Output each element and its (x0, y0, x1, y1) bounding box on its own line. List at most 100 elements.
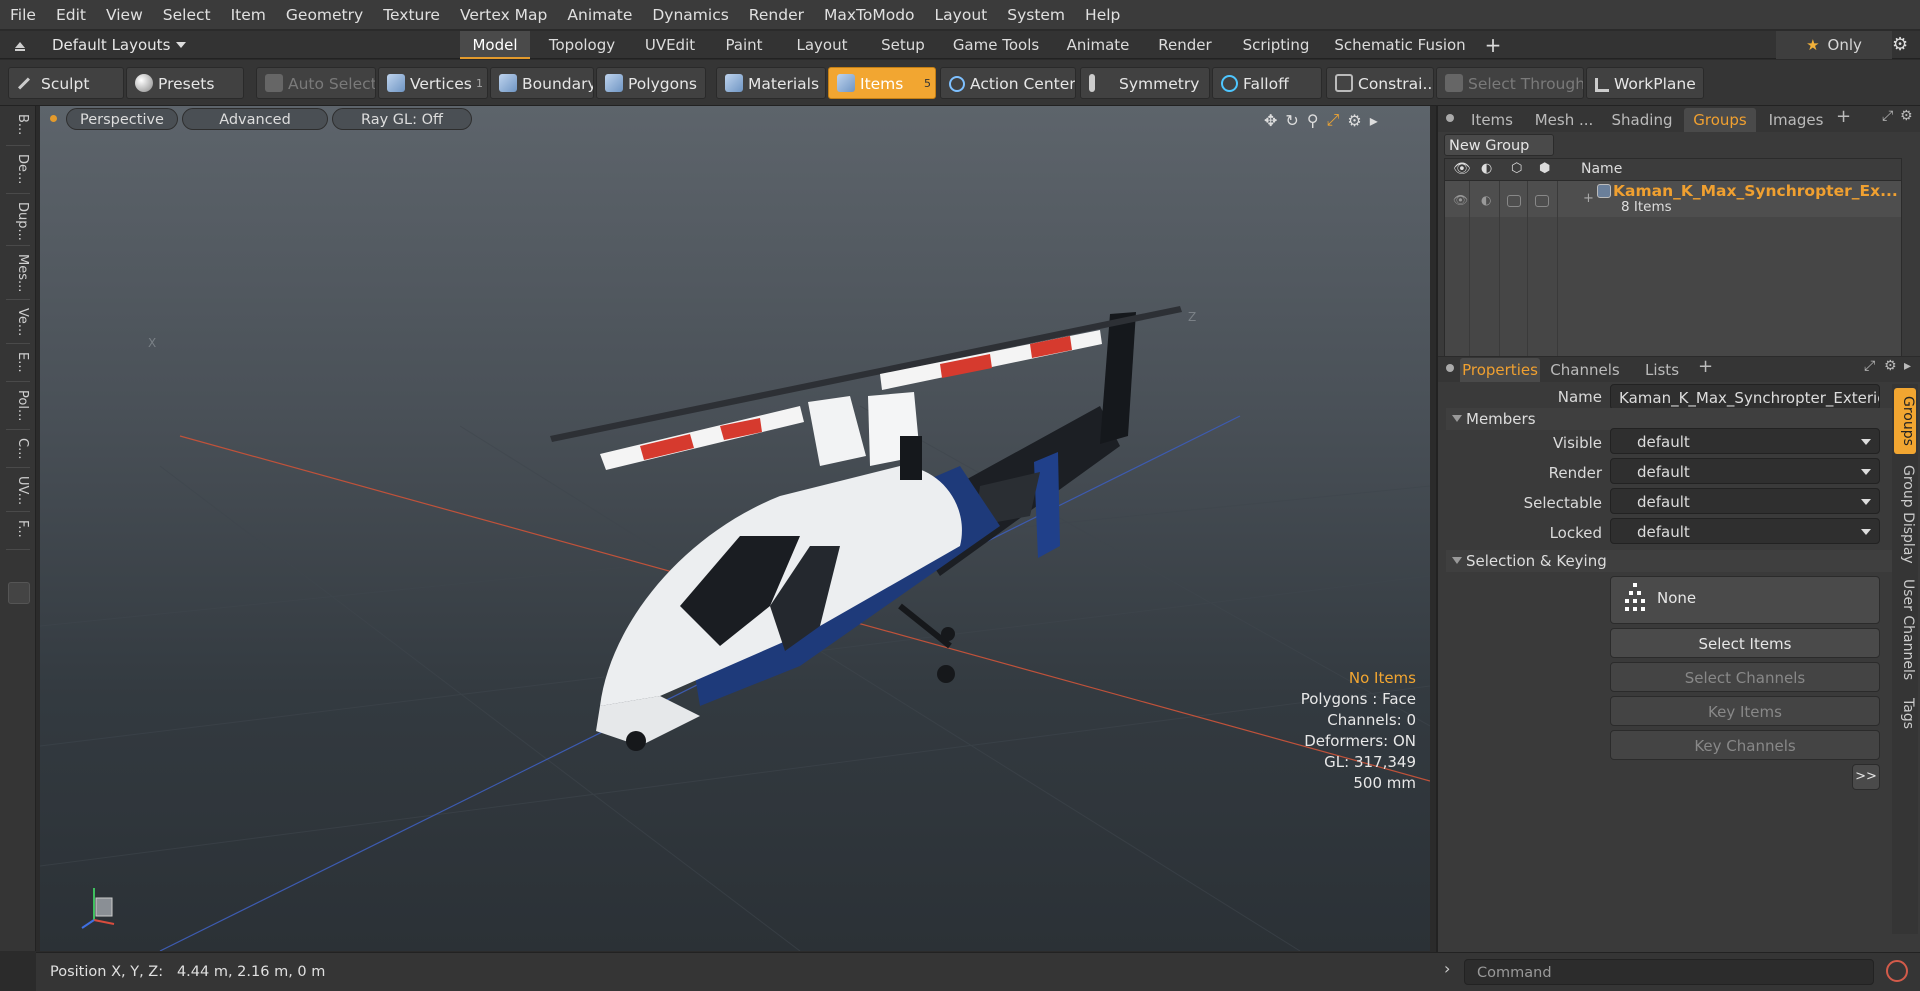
render-dropdown[interactable]: default (1610, 458, 1880, 484)
falloff-button[interactable]: Falloff (1212, 67, 1322, 99)
left-tab-polygon[interactable]: Pol... (6, 386, 30, 430)
record-icon[interactable] (1886, 960, 1908, 982)
none-button[interactable]: None (1610, 576, 1880, 624)
add-properties-tab-icon[interactable]: + (1698, 356, 1713, 377)
collapse-icon[interactable] (12, 37, 28, 53)
row-select-checkbox[interactable] (1535, 195, 1549, 207)
tab-scripting[interactable]: Scripting (1230, 31, 1322, 59)
side-tab-user-channels[interactable]: User Channels (1894, 574, 1916, 686)
row-eye-icon[interactable]: 👁 (1453, 193, 1468, 207)
tab-lists[interactable]: Lists (1630, 358, 1694, 382)
side-tab-groups[interactable]: Groups (1894, 388, 1916, 454)
constraints-button[interactable]: Constrai... (1326, 67, 1434, 99)
left-tab-basic[interactable]: B... (6, 110, 30, 146)
gear-icon[interactable]: ⚙ (1892, 36, 1912, 56)
properties-gear-icon[interactable]: ⚙ (1884, 358, 1897, 374)
left-tab-mesh-edit[interactable]: Mes... (6, 250, 30, 300)
selection-keying-section[interactable]: Selection & Keying (1446, 550, 1910, 572)
left-tab-deform[interactable]: De... (6, 150, 30, 194)
menu-maxtomodo[interactable]: MaxToModo (814, 0, 925, 30)
tab-layout[interactable]: Layout (782, 31, 862, 59)
left-tab-curve[interactable]: C... (6, 434, 30, 468)
layout-preset-dropdown[interactable]: Default Layouts (52, 31, 202, 59)
select-icon[interactable]: ⬢ (1539, 161, 1550, 176)
tab-setup[interactable]: Setup (870, 31, 936, 59)
lock-icon[interactable]: ⬡ (1511, 161, 1522, 176)
tab-channels[interactable]: Channels (1544, 358, 1626, 382)
new-group-button[interactable]: New Group (1444, 134, 1554, 156)
items-button[interactable]: Items 5 (828, 67, 936, 99)
left-tab-vertex[interactable]: Ve... (6, 304, 30, 344)
side-tab-tags[interactable]: Tags (1894, 690, 1916, 736)
eye-icon[interactable]: 👁 (1453, 161, 1471, 177)
tab-items[interactable]: Items (1460, 108, 1524, 132)
action-center-button[interactable]: Action Center (940, 67, 1076, 99)
render-icon[interactable]: ◐ (1481, 161, 1492, 176)
menu-geometry[interactable]: Geometry (276, 0, 373, 30)
workplane-button[interactable]: WorkPlane (1586, 67, 1704, 99)
tab-render[interactable]: Render (1148, 31, 1222, 59)
menu-dynamics[interactable]: Dynamics (642, 0, 738, 30)
row-render-icon[interactable]: ◐ (1481, 193, 1491, 207)
tab-animate[interactable]: Animate (1056, 31, 1140, 59)
helicopter-model[interactable] (40, 106, 1430, 951)
row-lock-checkbox[interactable] (1507, 195, 1521, 207)
presets-button[interactable]: Presets (126, 67, 244, 99)
add-tab-button[interactable]: + (1478, 31, 1508, 59)
properties-dot-icon[interactable] (1446, 364, 1454, 372)
selectable-dropdown[interactable]: default (1610, 488, 1880, 514)
menu-file[interactable]: File (0, 0, 46, 30)
panel-gear-icon[interactable]: ⚙ (1900, 108, 1913, 124)
properties-maximize-icon[interactable]: ⤢ (1864, 358, 1875, 374)
key-channels-button[interactable]: Key Channels (1610, 730, 1880, 760)
menu-help[interactable]: Help (1075, 0, 1130, 30)
name-field[interactable]: Kaman_K_Max_Synchropter_Exterior (1610, 384, 1880, 410)
menu-texture[interactable]: Texture (373, 0, 450, 30)
side-tab-group-display[interactable]: Group Display (1894, 458, 1916, 570)
sculpt-button[interactable]: Sculpt (8, 67, 124, 99)
more-button[interactable]: >> (1852, 764, 1880, 790)
menu-layout[interactable]: Layout (925, 0, 998, 30)
boundary-button[interactable]: Boundary (490, 67, 594, 99)
tab-game-tools[interactable]: Game Tools (944, 31, 1048, 59)
menu-vertex-map[interactable]: Vertex Map (450, 0, 557, 30)
symmetry-button[interactable]: Symmetry (1080, 67, 1210, 99)
left-panel-toggle[interactable] (8, 582, 30, 604)
tab-uvedit[interactable]: UVEdit (634, 31, 706, 59)
left-tab-edge[interactable]: E... (6, 348, 30, 382)
3d-viewport[interactable]: Perspective Advanced Ray GL: Off ✥ ↻ ⚲ ⤢… (40, 106, 1430, 951)
materials-button[interactable]: Materials (716, 67, 826, 99)
tab-images[interactable]: Images (1760, 108, 1832, 132)
members-section[interactable]: Members (1446, 408, 1910, 430)
polygons-button[interactable]: Polygons (596, 67, 706, 99)
menu-render[interactable]: Render (739, 0, 814, 30)
tab-schematic-fusion[interactable]: Schematic Fusion (1330, 31, 1470, 59)
maximize-icon[interactable]: ⤢ (1882, 108, 1893, 124)
tab-topology[interactable]: Topology (538, 31, 626, 59)
select-through-button[interactable]: Select Through (1436, 67, 1584, 99)
expand-plus-icon[interactable]: + (1583, 191, 1594, 206)
menu-edit[interactable]: Edit (46, 0, 96, 30)
panel-dot-icon[interactable] (1446, 114, 1454, 122)
menu-view[interactable]: View (96, 0, 153, 30)
tab-properties[interactable]: Properties (1460, 358, 1540, 382)
only-toggle[interactable]: ★ Only (1776, 31, 1892, 59)
auto-select-button[interactable]: Auto Select (256, 67, 376, 99)
visible-dropdown[interactable]: default (1610, 428, 1880, 454)
left-tab-duplicate[interactable]: Dup... (6, 198, 30, 246)
tab-groups[interactable]: Groups (1684, 108, 1756, 132)
menu-animate[interactable]: Animate (557, 0, 642, 30)
tab-model[interactable]: Model (460, 31, 530, 59)
properties-arrow-icon[interactable]: ▸ (1904, 358, 1911, 374)
locked-dropdown[interactable]: default (1610, 518, 1880, 544)
tab-paint[interactable]: Paint (714, 31, 774, 59)
key-items-button[interactable]: Key Items (1610, 696, 1880, 726)
menu-select[interactable]: Select (153, 0, 221, 30)
command-input[interactable]: Command (1464, 959, 1874, 985)
menu-item[interactable]: Item (221, 0, 276, 30)
select-channels-button[interactable]: Select Channels (1610, 662, 1880, 692)
left-tab-uv[interactable]: UV... (6, 472, 30, 512)
left-tab-fusion[interactable]: F... (6, 516, 30, 550)
tab-mesh[interactable]: Mesh ... (1528, 108, 1600, 132)
add-panel-tab-icon[interactable]: + (1836, 106, 1851, 127)
